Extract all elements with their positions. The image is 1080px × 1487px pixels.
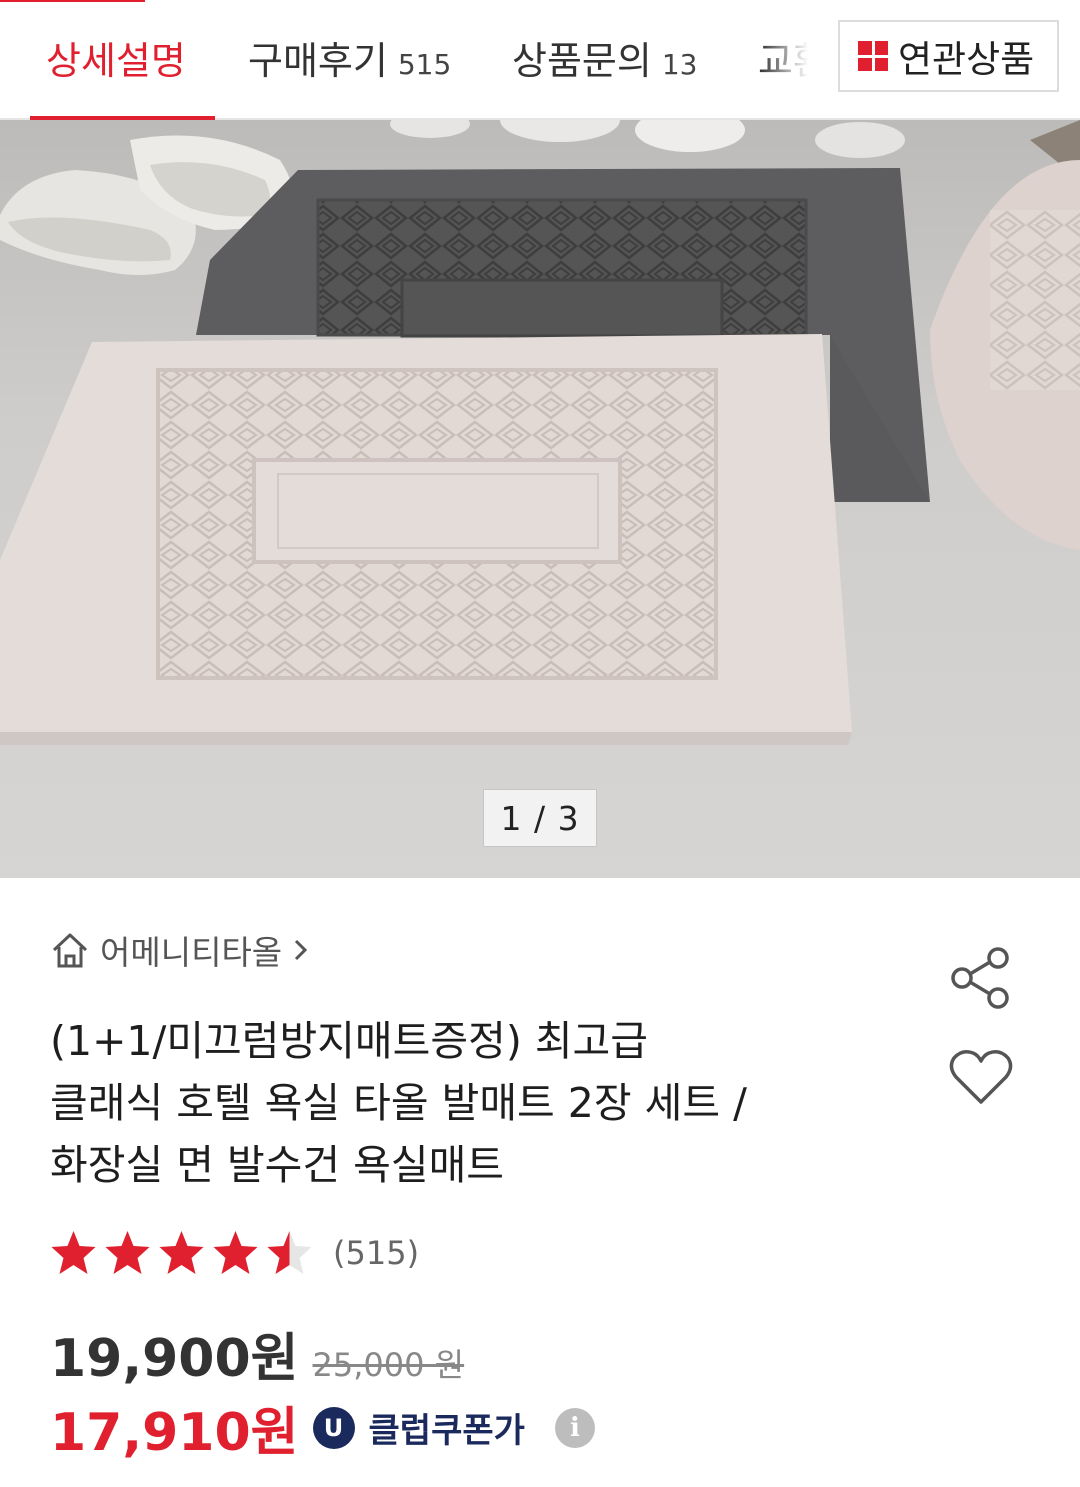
related-products-button[interactable]: 연관상품 — [838, 20, 1059, 92]
star-icon — [159, 1231, 204, 1274]
review-count: (515) — [333, 1234, 420, 1272]
original-price: 25,000 원 — [312, 1346, 465, 1384]
star-icon — [213, 1231, 258, 1274]
page-total: 3 — [557, 798, 580, 838]
tab-label: 상품문의 — [512, 39, 652, 83]
star-icon — [105, 1231, 150, 1274]
info-icon[interactable]: i — [554, 1407, 595, 1448]
sale-price: 19,900원 — [50, 1329, 299, 1389]
club-badge-icon: U — [312, 1406, 355, 1449]
grid-icon — [858, 41, 888, 71]
star-icon — [267, 1231, 312, 1274]
tab-count: 515 — [397, 48, 452, 81]
product-title-line: 클래식 호텔 욕실 타올 발매트 2장 세트 / — [50, 1079, 747, 1127]
tab-description[interactable]: 상세설명 — [46, 30, 186, 85]
product-title-line: (1+1/미끄럼방지매트증정) 최고급 — [50, 1017, 649, 1065]
product-image-carousel[interactable]: 1 / 3 — [0, 120, 1080, 878]
page-current: 1 — [500, 798, 523, 838]
tab-overflow-fade — [760, 2, 840, 116]
club-coupon-label: 클럽쿠폰가 — [368, 1411, 525, 1451]
page-separator: / — [533, 798, 547, 838]
tab-reviews[interactable]: 구매후기 515 — [248, 30, 451, 85]
tabbar-top-accent — [0, 0, 145, 2]
star-rating — [48, 1228, 315, 1278]
product-title: (1+1/미끄럼방지매트증정) 최고급 클래식 호텔 욕실 타올 발매트 2장 … — [50, 1010, 920, 1196]
product-title-line: 화장실 면 발수건 욕실매트 — [50, 1141, 505, 1189]
home-icon — [52, 933, 88, 968]
tab-label: 상세설명 — [46, 39, 186, 83]
store-category-label: 어메니티타올 — [100, 933, 283, 972]
share-icon[interactable] — [948, 946, 1014, 1010]
image-page-indicator: 1 / 3 — [483, 789, 597, 847]
star-icon — [51, 1231, 96, 1274]
tab-label: 구매후기 — [248, 39, 388, 83]
tab-inquiries[interactable]: 상품문의 13 — [512, 30, 697, 85]
related-products-label: 연관상품 — [898, 38, 1035, 81]
price-row: 19,900원 25,000 원 — [50, 1316, 464, 1391]
product-photo — [0, 120, 1080, 878]
coupon-price: 17,910원 — [50, 1403, 299, 1463]
chevron-right-icon — [295, 939, 308, 961]
tab-bar: 상세설명 구매후기515 상품문의13 교환 연관상품 — [0, 0, 1080, 121]
heart-icon[interactable] — [948, 1048, 1014, 1108]
store-breadcrumb[interactable]: 어메니티타올 — [50, 926, 310, 974]
coupon-price-row: 17,910원 U 클럽쿠폰가 i — [50, 1390, 595, 1465]
tab-count: 13 — [661, 48, 698, 81]
rating-summary[interactable]: (515) — [48, 1228, 419, 1278]
